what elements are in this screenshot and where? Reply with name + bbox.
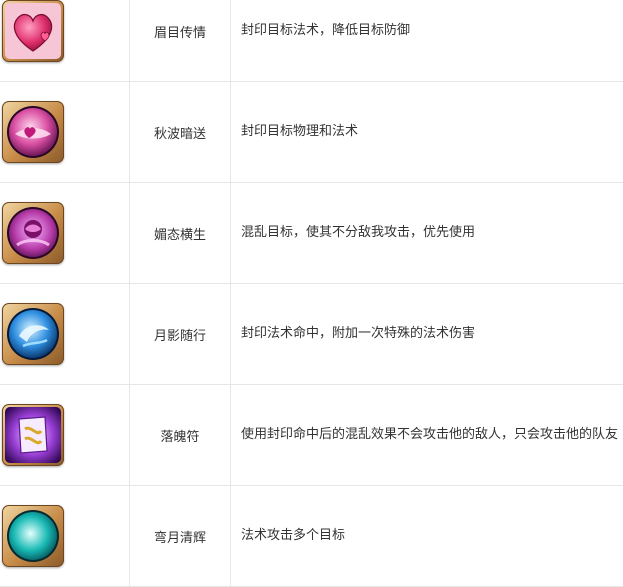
skill-description: 封印目标物理和法术: [231, 82, 623, 183]
skill-name: 弯月清辉: [130, 486, 231, 587]
skill-name: 秋波暗送: [130, 82, 231, 183]
pink-heart-orb-icon: [2, 101, 64, 163]
pink-rose-orb-icon: [2, 202, 64, 264]
skills-table: 眉目传情 封印目标法术，降低目标防御: [0, 0, 623, 587]
skill-name: 落魄符: [130, 385, 231, 486]
icon-cell: [0, 183, 130, 284]
icon-cell: [0, 284, 130, 385]
icon-cell: [0, 385, 130, 486]
skill-description: 封印目标法术，降低目标防御: [231, 0, 623, 82]
table-row: 落魄符 使用封印命中后的混乱效果不会攻击他的敌人，只会攻击他的队友: [0, 385, 623, 486]
table-row: 秋波暗送 封印目标物理和法术: [0, 82, 623, 183]
table-row: 弯月清辉 法术攻击多个目标: [0, 486, 623, 587]
table-row: 月影随行 封印法术命中，附加一次特殊的法术伤害: [0, 284, 623, 385]
skill-description: 使用封印命中后的混乱效果不会攻击他的敌人，只会攻击他的队友: [231, 385, 623, 486]
skill-name: 月影随行: [130, 284, 231, 385]
icon-cell: [0, 82, 130, 183]
skill-description: 法术攻击多个目标: [231, 486, 623, 587]
icon-cell: [0, 486, 130, 587]
icon-cell: [0, 0, 130, 82]
skill-description: 混乱目标，使其不分敌我攻击，优先使用: [231, 183, 623, 284]
heart-icon: [2, 0, 64, 62]
skill-name: 眉目传情: [130, 0, 231, 82]
table-row: 眉目传情 封印目标法术，降低目标防御: [0, 0, 623, 82]
skill-description: 封印法术命中，附加一次特殊的法术伤害: [231, 284, 623, 385]
cyan-crescent-orb-icon: [2, 505, 64, 567]
table-row: 媚态横生 混乱目标，使其不分敌我攻击，优先使用: [0, 183, 623, 284]
purple-scroll-icon: [2, 404, 64, 466]
blue-moon-orb-icon: [2, 303, 64, 365]
skill-name: 媚态横生: [130, 183, 231, 284]
